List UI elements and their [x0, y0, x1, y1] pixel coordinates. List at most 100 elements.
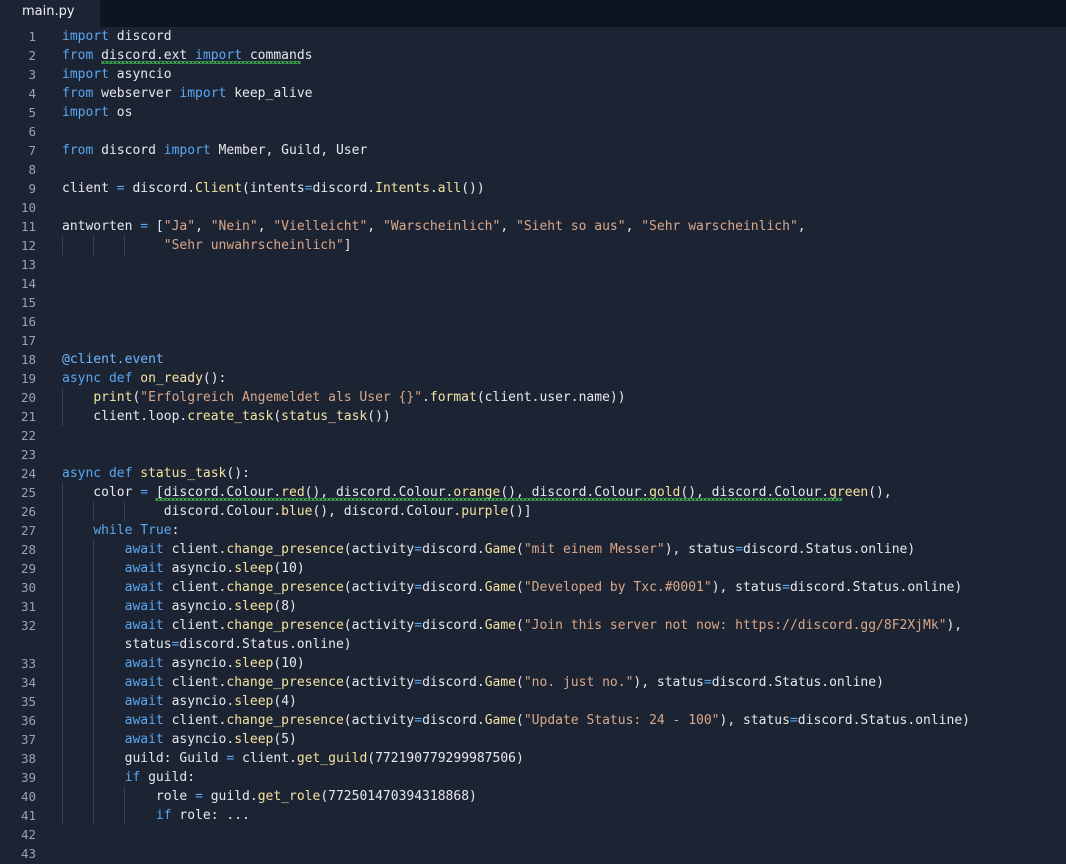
code-text: from webserver import keep_alive [62, 86, 313, 101]
code-line[interactable]: 12 "Sehr unwahrscheinlich"] [0, 236, 1066, 255]
code-line[interactable]: 2 from discord.ext import commands [0, 46, 1066, 65]
code-line[interactable]: 40 role = guild.get_role(772501470394318… [0, 787, 1066, 806]
line-number: 24 [20, 466, 36, 481]
code-line[interactable]: 28 await client.change_presence(activity… [0, 540, 1066, 559]
code-line[interactable]: 42 [0, 825, 1066, 844]
code-line[interactable]: 39 if guild: [0, 768, 1066, 787]
line-number: 26 [20, 504, 36, 519]
tab-bar: main.py [0, 0, 1066, 27]
code-text: status=discord.Status.online) [62, 637, 352, 652]
line-number: 38 [20, 751, 36, 766]
code-text: role = guild.get_role(772501470394318868… [62, 789, 477, 804]
line-number: 8 [28, 162, 36, 177]
code-line[interactable]: 18 @client.event [0, 350, 1066, 369]
code-line[interactable]: 6 [0, 122, 1066, 141]
code-text: client = discord.Client(intents=discord.… [62, 181, 485, 196]
code-line[interactable]: 25 color = [discord.Colour.red(), discor… [0, 483, 1066, 502]
code-line[interactable]: 29 await asyncio.sleep(10) [0, 559, 1066, 578]
code-line[interactable]: 13 [0, 255, 1066, 274]
line-number: 34 [20, 675, 36, 690]
line-number: 19 [20, 371, 36, 386]
code-line[interactable]: 17 [0, 331, 1066, 350]
code-line[interactable]: 37 await asyncio.sleep(5) [0, 730, 1066, 749]
code-line[interactable]: 30 await client.change_presence(activity… [0, 578, 1066, 597]
line-number: 23 [20, 447, 36, 462]
line-number: 39 [20, 770, 36, 785]
code-line[interactable]: status=discord.Status.online) [0, 635, 1066, 654]
code-line[interactable]: 22 [0, 426, 1066, 445]
code-text: while True: [93, 523, 180, 538]
code-line[interactable]: 5 import os [0, 103, 1066, 122]
line-number: 6 [28, 124, 36, 139]
code-line[interactable]: 19 async def on_ready(): [0, 369, 1066, 388]
code-text: import discord [62, 29, 172, 44]
code-text: guild: Guild = client.get_guild(77219077… [62, 751, 524, 766]
code-line[interactable]: 34 await client.change_presence(activity… [0, 673, 1066, 692]
code-line[interactable]: 7 from discord import Member, Guild, User [0, 141, 1066, 160]
code-line[interactable]: 32 await client.change_presence(activity… [0, 616, 1066, 635]
code-text: client.loop.create_task(status_task()) [62, 409, 391, 424]
line-number: 41 [20, 808, 36, 823]
code-line[interactable]: 23 [0, 445, 1066, 464]
code-line[interactable]: 43 [0, 844, 1066, 863]
line-number: 27 [20, 523, 36, 538]
code-line[interactable]: 20 print("Erfolgreich Angemeldet als Use… [0, 388, 1066, 407]
line-number: 7 [28, 143, 36, 158]
line-number: 42 [20, 827, 36, 842]
line-number: 32 [20, 618, 36, 633]
line-number: 22 [20, 428, 36, 443]
lint-warning-squiggle [154, 498, 842, 501]
line-number: 9 [28, 181, 36, 196]
code-text: if guild: [124, 770, 196, 785]
code-line[interactable]: 10 [0, 198, 1066, 217]
code-line[interactable]: 27 while True: [0, 521, 1066, 540]
code-line[interactable]: 9 client = discord.Client(intents=discord… [0, 179, 1066, 198]
code-text: await client.change_presence(activity=di… [124, 580, 963, 595]
code-line[interactable]: 16 [0, 312, 1066, 331]
code-text: await client.change_presence(activity=di… [124, 675, 884, 690]
line-number: 5 [28, 105, 36, 120]
code-line[interactable]: 1 import discord [0, 27, 1066, 46]
code-line[interactable]: 26 discord.Colour.blue(), discord.Colour… [0, 502, 1066, 521]
code-line[interactable]: 4 from webserver import keep_alive [0, 84, 1066, 103]
code-line[interactable]: 36 await client.change_presence(activity… [0, 711, 1066, 730]
line-number: 36 [20, 713, 36, 728]
code-line[interactable]: 41 if role: ... [0, 806, 1066, 825]
line-number: 25 [20, 485, 36, 500]
code-line[interactable]: 33 await asyncio.sleep(10) [0, 654, 1066, 673]
code-text: await client.change_presence(activity=di… [124, 542, 916, 557]
code-line[interactable]: 38 guild: Guild = client.get_guild(77219… [0, 749, 1066, 768]
line-number: 37 [20, 732, 36, 747]
code-line[interactable]: 31 await asyncio.sleep(8) [0, 597, 1066, 616]
code-text: async def on_ready(): [62, 371, 227, 386]
code-line[interactable]: 8 [0, 160, 1066, 179]
line-number: 29 [20, 561, 36, 576]
tab-main-py[interactable]: main.py [0, 0, 100, 27]
code-text: from discord import Member, Guild, User [62, 143, 368, 158]
line-number: 16 [20, 314, 36, 329]
code-line[interactable]: 21 client.loop.create_task(status_task()… [0, 407, 1066, 426]
line-number: 30 [20, 580, 36, 595]
code-text: import os [62, 105, 133, 120]
code-line[interactable]: 11 antworten = ["Ja", "Nein", "Vielleicht… [0, 217, 1066, 236]
code-line[interactable]: 15 [0, 293, 1066, 312]
code-text: await asyncio.sleep(10) [124, 561, 305, 576]
line-number: 40 [20, 789, 36, 804]
code-editor[interactable]: 1 import discord 2 from discord.ext import … [0, 27, 1066, 864]
code-line[interactable]: 35 await asyncio.sleep(4) [0, 692, 1066, 711]
line-number: 12 [20, 238, 36, 253]
line-number: 11 [20, 219, 36, 234]
code-text: await asyncio.sleep(5) [124, 732, 297, 747]
code-line[interactable]: 14 [0, 274, 1066, 293]
code-text: await client.change_presence(activity=di… [124, 713, 970, 728]
line-number: 43 [20, 846, 36, 861]
code-line[interactable]: 3 import asyncio [0, 65, 1066, 84]
line-number: 33 [20, 656, 36, 671]
code-text: await client.change_presence(activity=di… [124, 618, 963, 633]
line-number: 2 [28, 48, 36, 63]
code-text: if role: ... [155, 808, 250, 823]
code-line[interactable]: 24 async def status_task(): [0, 464, 1066, 483]
code-text: "Sehr unwahrscheinlich"] [163, 238, 352, 253]
line-number: 3 [28, 67, 36, 82]
line-number: 20 [20, 390, 36, 405]
